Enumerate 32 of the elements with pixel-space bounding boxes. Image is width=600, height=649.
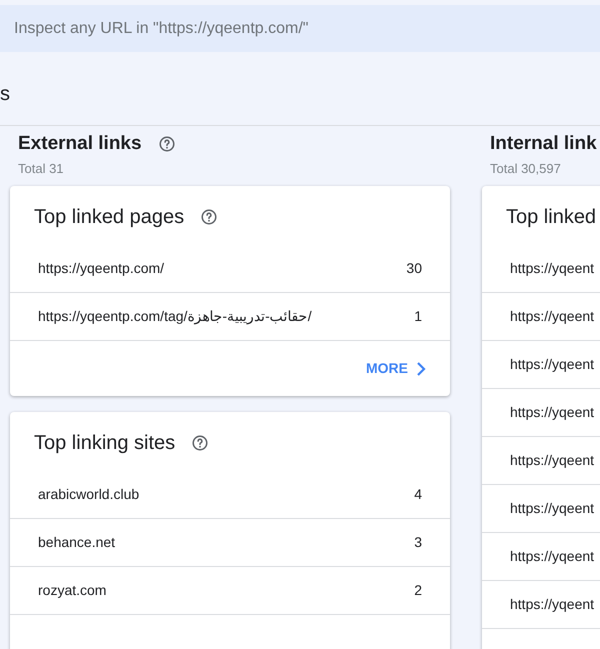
card-title: Top linked pages: [34, 205, 184, 230]
page-title: s: [0, 82, 10, 107]
link-count: 2: [414, 581, 422, 600]
url-link[interactable]: https://yqeent: [510, 594, 594, 615]
url-link[interactable]: https://yqeent: [510, 498, 594, 519]
section-total: Total 30,597: [490, 160, 562, 178]
help-icon[interactable]: [191, 434, 210, 452]
url-link[interactable]: https://yqeent: [510, 402, 594, 423]
card-title: Top linking sites: [34, 431, 176, 456]
url-link[interactable]: https://yqeent: [510, 450, 594, 471]
url-link[interactable]: https://yqeentp.com/tag/حقائب-تدريبية-جاهزة/: [38, 306, 312, 327]
url-link[interactable]: arabicworld.club: [38, 484, 140, 504]
card-title: Top linked: [506, 205, 596, 230]
url-link[interactable]: https://yqeent: [510, 306, 594, 327]
more-button[interactable]: MORE: [366, 358, 426, 379]
url-link[interactable]: https://yqeent: [510, 354, 594, 375]
chevron-right-icon: [416, 362, 426, 376]
link-count: 3: [414, 533, 422, 552]
help-icon[interactable]: [200, 208, 218, 226]
search-field[interactable]: Inspect any URL in "https://yqeentp.com/": [0, 5, 600, 52]
url-link[interactable]: https://yqeentp.com/: [38, 258, 164, 278]
help-icon[interactable]: [158, 135, 176, 154]
link-count: 1: [414, 307, 422, 326]
section-title: External links: [18, 132, 142, 156]
url-link[interactable]: rozyat.com: [38, 580, 106, 601]
url-link[interactable]: https://yqeent: [510, 258, 594, 278]
url-link[interactable]: https://yqeent: [510, 546, 594, 567]
link-count: 30: [406, 258, 422, 278]
section-title: Internal link: [490, 132, 597, 156]
section-total: Total 31: [18, 160, 65, 178]
url-link[interactable]: behance.net: [38, 532, 116, 553]
link-count: 4: [414, 484, 422, 504]
